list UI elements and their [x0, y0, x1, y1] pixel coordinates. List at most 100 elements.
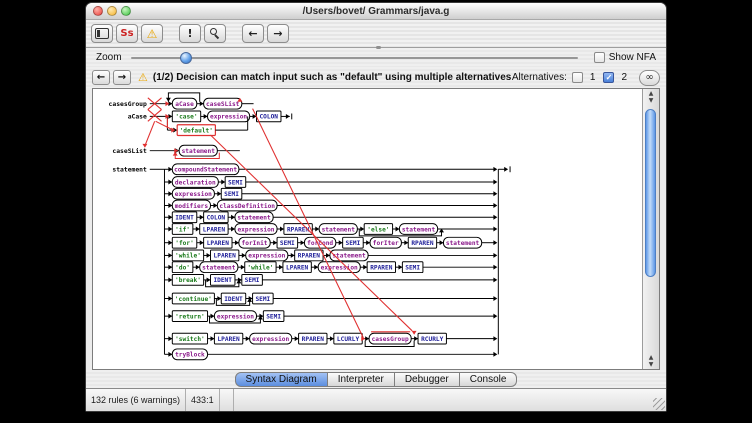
- diagram-arrow: [396, 227, 400, 232]
- diagram-arrow: [217, 296, 221, 301]
- resize-grip[interactable]: [653, 398, 665, 410]
- prev-warning-icon: ←: [97, 73, 105, 83]
- check-grammar-button[interactable]: !: [179, 24, 201, 43]
- diagram-arrow: [504, 167, 508, 172]
- check-grammar-icon: !: [187, 28, 192, 39]
- next-warning-button[interactable]: →: [113, 70, 131, 85]
- diagram-node-label: COLON: [207, 215, 226, 222]
- diagram-node-label: IDENT: [175, 215, 194, 222]
- tab-syntax-diagram[interactable]: Syntax Diagram: [235, 372, 328, 387]
- warnings-button[interactable]: ⚠: [141, 24, 163, 43]
- tab-console[interactable]: Console: [460, 372, 518, 387]
- diagram-node-label: RPAREN: [298, 253, 321, 260]
- diagram-arrow: [168, 191, 172, 196]
- diagram-node-label: LPAREN: [286, 264, 309, 271]
- link-button[interactable]: ∞: [639, 70, 660, 86]
- diagram-node-label: caseSList: [206, 100, 240, 108]
- scroll-bottom-arrows[interactable]: ▲ ▼: [643, 354, 659, 368]
- diagram-arrow: [314, 265, 318, 270]
- desktop: { "window": { "title": "/Users/bovet/ Gr…: [0, 0, 752, 423]
- caret-position-cell: 433:1: [186, 389, 220, 411]
- diagram-arrow: [493, 265, 497, 270]
- prev-warning-button[interactable]: ←: [92, 70, 110, 85]
- diagram-arrow: [493, 215, 497, 220]
- diagram-node-label: statement: [202, 264, 236, 271]
- alternative-2-checkbox[interactable]: ✓: [603, 72, 614, 83]
- zoom-button[interactable]: [121, 6, 131, 16]
- diagram-node-label: 'while': [247, 263, 273, 271]
- syntax-diagram-canvas[interactable]: casesGroupaCasecaseSListaCase'case'expre…: [93, 89, 642, 369]
- tab-debugger[interactable]: Debugger: [395, 372, 460, 387]
- zoom-slider[interactable]: [131, 52, 578, 64]
- diagram-node-label: aCase: [175, 101, 194, 108]
- diagram-node-label: SEMI: [266, 313, 281, 320]
- minimize-button[interactable]: [107, 6, 117, 16]
- diagram-arrow: [493, 296, 497, 301]
- zoom-slider-thumb[interactable]: [180, 52, 192, 64]
- diagram-arrow: [196, 265, 200, 270]
- diagram-arrow: [235, 240, 239, 245]
- diagram-node-label: SEMI: [228, 179, 243, 186]
- diagram-arrow: [231, 227, 235, 232]
- diagram-node-label: 'for': [175, 240, 194, 247]
- diagram-node-label: compoundStatement: [174, 167, 237, 174]
- vertical-scrollbar[interactable]: ▲ ▼ ▲ ▼: [642, 89, 659, 369]
- scroll-top-arrows[interactable]: ▲ ▼: [643, 90, 659, 104]
- diagram-node-label: SEMI: [346, 240, 361, 247]
- diagram-arrow: [213, 203, 217, 208]
- diagram-arrow: [168, 314, 172, 319]
- find-button[interactable]: [204, 24, 226, 43]
- diagram-arrow: [273, 240, 277, 245]
- zoom-slider-track[interactable]: [131, 57, 578, 59]
- diagram-arrow: [398, 265, 402, 270]
- diagram-arrow: [168, 296, 172, 301]
- diagram-arrow: [210, 336, 214, 341]
- diagram-node-label: 'else': [367, 226, 389, 233]
- zoom-row: Zoom Show NFA: [86, 48, 666, 67]
- show-nfa-checkbox[interactable]: [594, 52, 605, 63]
- diagram-arrow: [493, 203, 497, 208]
- tab-interpreter[interactable]: Interpreter: [328, 372, 395, 387]
- scrollbar-thumb[interactable]: [645, 109, 656, 277]
- toolbar: Ss ⚠ ! ← →: [86, 20, 666, 48]
- alternatives-label: Alternatives:: [512, 72, 567, 83]
- diagram-arrow: [168, 265, 172, 270]
- diagram-arrow: [207, 253, 211, 258]
- diagram-node-label: expression: [248, 252, 285, 260]
- diagram-arrow: [168, 253, 172, 258]
- diagram-node-label: RPAREN: [302, 336, 325, 343]
- diagram-arrow: [168, 336, 172, 341]
- warning-message: (1/2) Decision can match input such as "…: [153, 72, 512, 83]
- alternatives-checkboxes: 1✓2: [572, 72, 631, 83]
- console-button[interactable]: [91, 24, 113, 43]
- back-icon: ←: [248, 28, 257, 39]
- diagram-arrow: [493, 314, 497, 319]
- alternative-1-checkbox[interactable]: [572, 72, 583, 83]
- title-bar[interactable]: /Users/bovet/ Grammars/java.g: [86, 3, 666, 20]
- diagram-arrow: [404, 240, 408, 245]
- diagram-node-label: SEMI: [255, 296, 270, 303]
- diagram-node-label: 'continue': [175, 295, 212, 303]
- next-warning-icon: →: [118, 73, 126, 83]
- diagram-arrow: [279, 265, 283, 270]
- diagram-node-label: declaration: [175, 178, 216, 186]
- show-nfa-label: Show NFA: [609, 52, 656, 63]
- diagram-node-label: RCURLY: [421, 336, 444, 343]
- search-icon: [209, 28, 221, 40]
- warning-row: ← → ⚠ (1/2) Decision can match input suc…: [86, 67, 666, 88]
- diagram-node-label: LPAREN: [207, 240, 230, 247]
- syntax-coloring-button[interactable]: Ss: [116, 24, 138, 43]
- diagram-arrow: [196, 227, 200, 232]
- diagram-node-label: 'while': [175, 252, 201, 260]
- scroll-down-icon: ▼: [643, 97, 659, 104]
- diagram-arrow: [493, 191, 497, 196]
- close-button[interactable]: [93, 6, 103, 16]
- diagram-arrow: [493, 352, 497, 357]
- diagram-arrow: [280, 227, 284, 232]
- diagram-arrow: [363, 265, 367, 270]
- back-button[interactable]: ←: [242, 24, 264, 43]
- forward-button[interactable]: →: [267, 24, 289, 43]
- diagram-node-label: tryBlock: [175, 352, 205, 359]
- diagram-node-label: expression: [210, 113, 247, 121]
- diagram-node-label: forInit: [242, 239, 268, 247]
